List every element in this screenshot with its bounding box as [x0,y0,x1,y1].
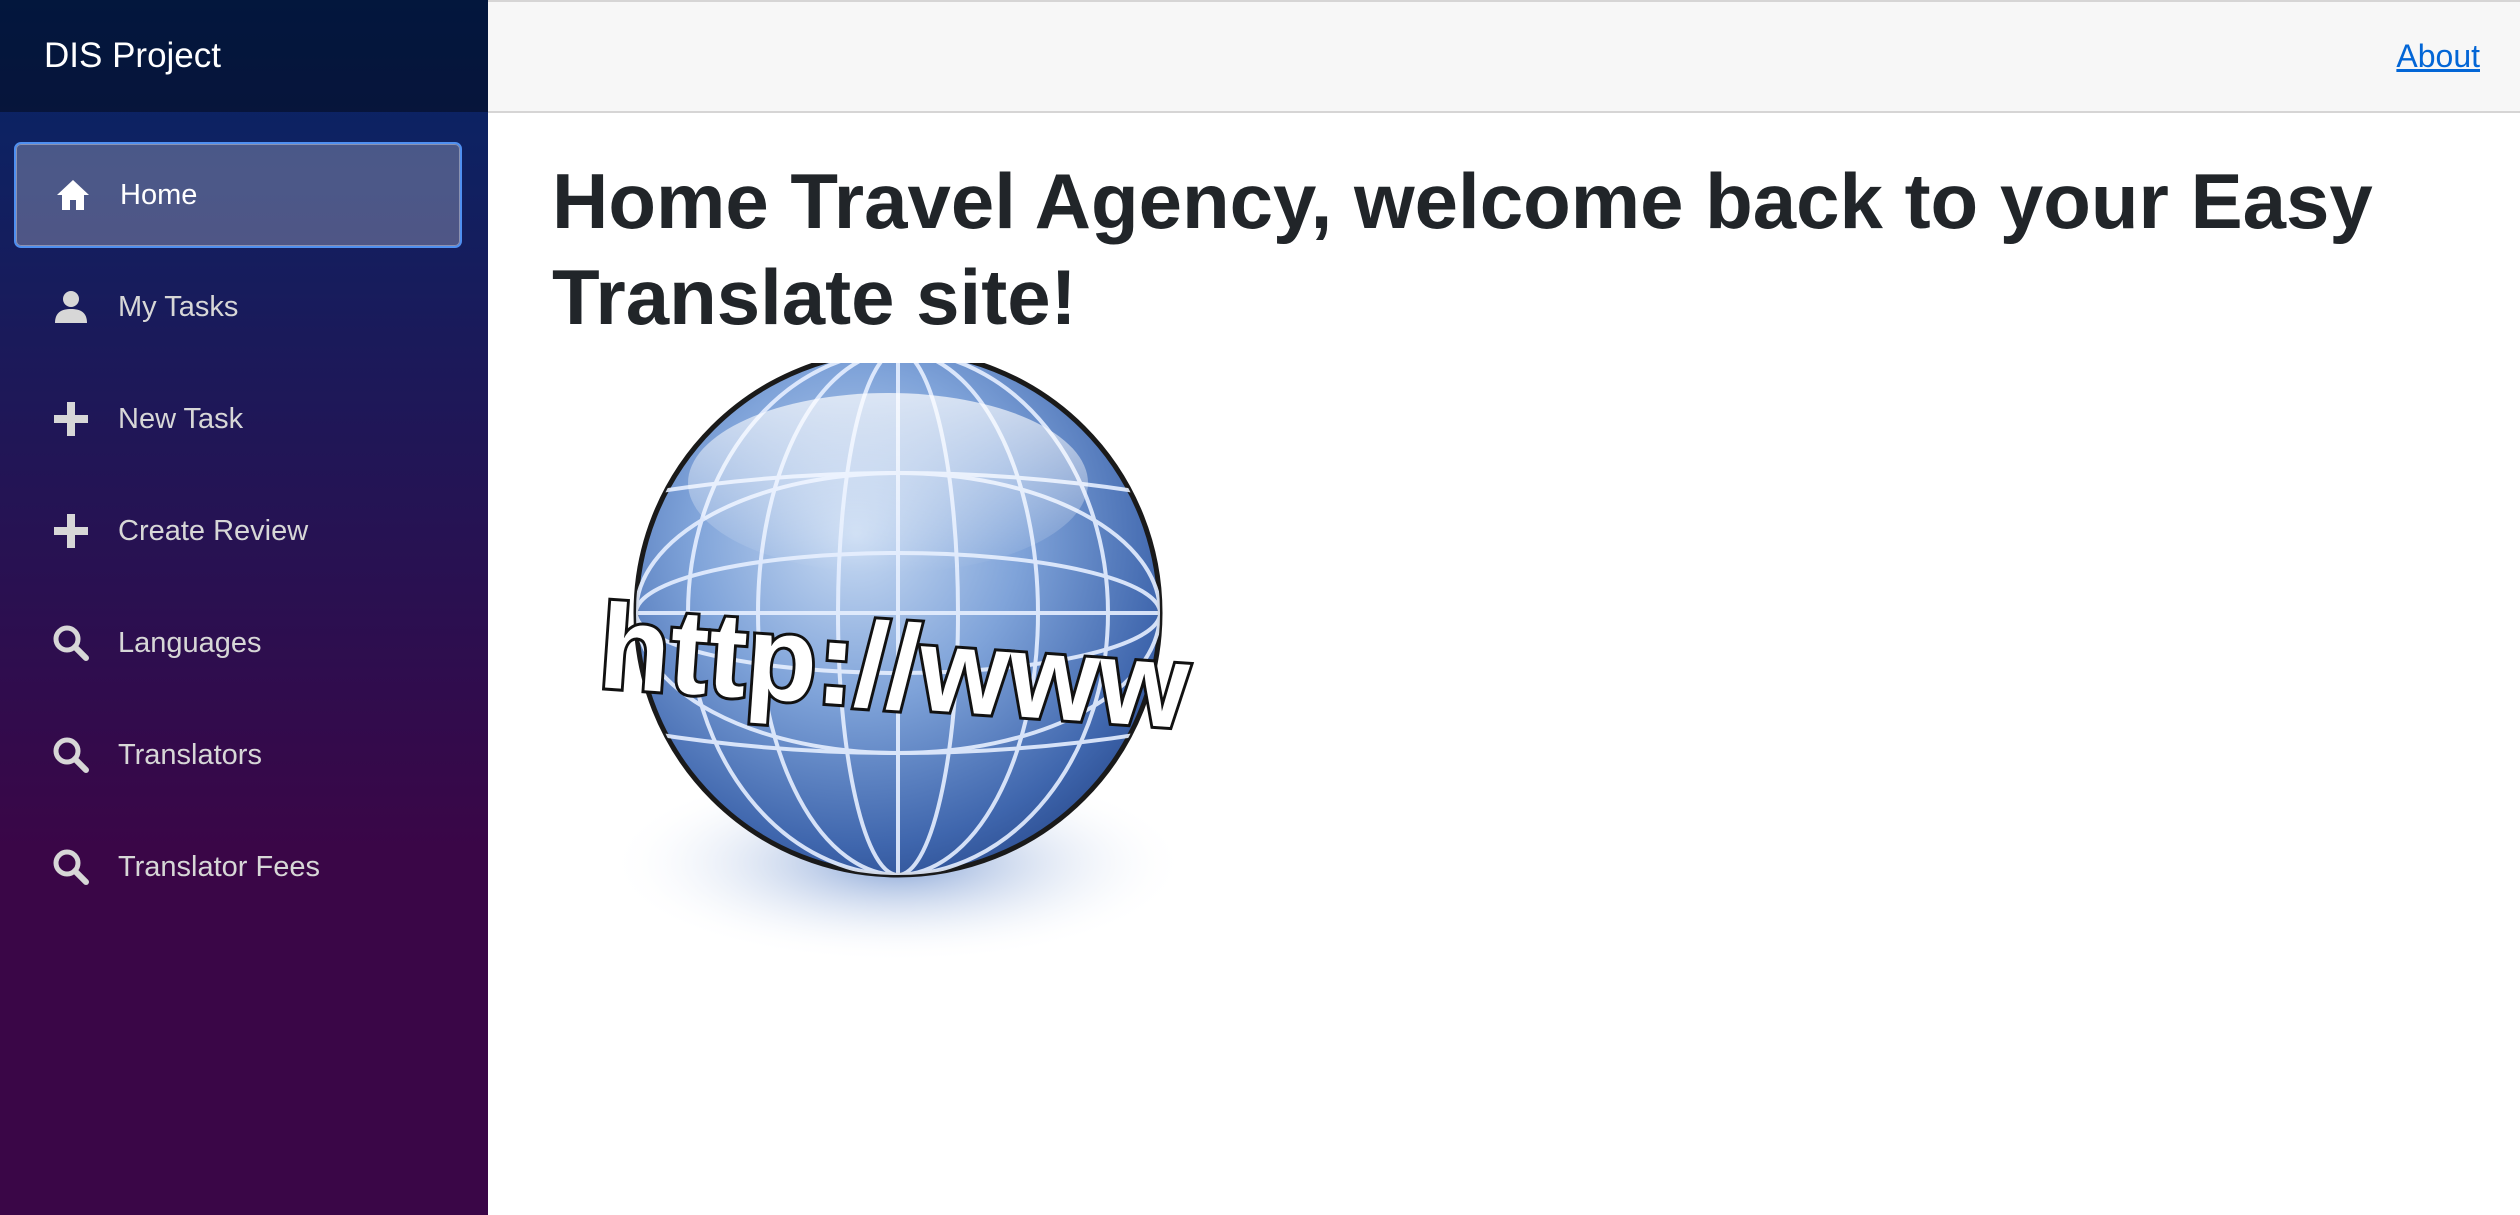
search-icon [46,737,96,773]
about-link[interactable]: About [2396,38,2480,75]
sidebar-item-home[interactable]: Home [14,142,462,248]
sidebar-item-label: Home [120,178,198,211]
sidebar-item-label: Translators [118,738,262,771]
person-icon [46,290,96,324]
sidebar-item-label: Translator Fees [118,850,320,883]
sidebar-item-label: New Task [118,402,244,435]
brand-link[interactable]: DIS Project [44,36,221,76]
top-row: About [488,0,2520,113]
globe-image: http://www [588,348,1208,963]
sidebar-item-new-task[interactable]: New Task [14,366,462,472]
home-icon [48,179,98,211]
sidebar-nav: Home My Tasks New Task Create Review Lan… [0,112,488,920]
sidebar: DIS Project Home My Tasks New Task Creat… [0,0,488,1215]
brand-bar: DIS Project [0,0,488,112]
search-icon [46,849,96,885]
page-title: Home Travel Agency, welcome back to your… [552,157,2373,341]
sidebar-item-translators[interactable]: Translators [14,702,462,808]
app-root: DIS Project Home My Tasks New Task Creat… [0,0,2520,1215]
search-icon [46,625,96,661]
sidebar-item-languages[interactable]: Languages [14,590,462,696]
sidebar-item-label: My Tasks [118,290,239,323]
sidebar-item-label: Languages [118,626,262,659]
sidebar-item-translator-fees[interactable]: Translator Fees [14,814,462,920]
main-content: Home Travel Agency, welcome back to your… [488,113,2520,1215]
plus-icon [46,514,96,548]
sidebar-item-create-review[interactable]: Create Review [14,478,462,584]
sidebar-item-label: Create Review [118,514,309,547]
plus-icon [46,402,96,436]
sidebar-item-my-tasks[interactable]: My Tasks [14,254,462,360]
